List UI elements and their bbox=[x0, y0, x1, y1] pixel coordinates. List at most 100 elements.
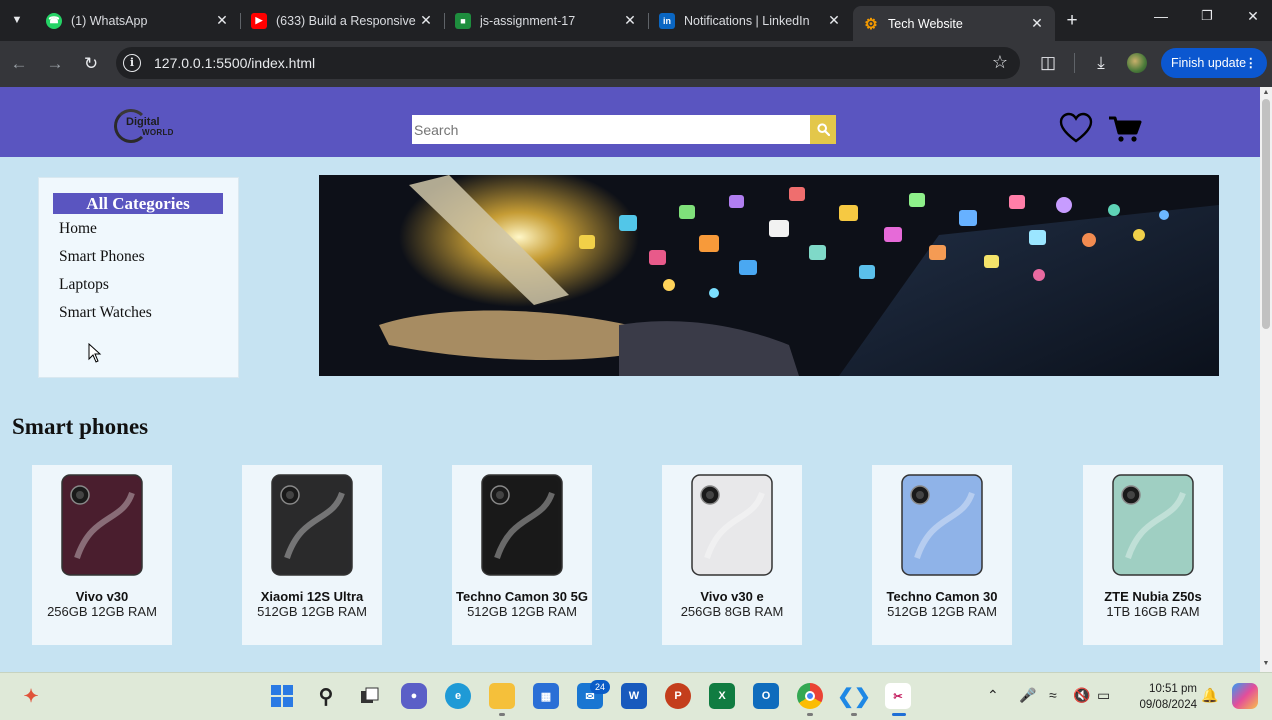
powerpoint-icon[interactable]: P bbox=[665, 683, 691, 709]
site-logo[interactable]: Digital WORLD bbox=[112, 107, 186, 147]
back-icon[interactable]: ← bbox=[6, 51, 32, 77]
tab-close-icon[interactable]: ✕ bbox=[826, 12, 842, 29]
search-input[interactable] bbox=[412, 115, 810, 144]
new-tab-icon[interactable]: + bbox=[1062, 10, 1082, 32]
product-spec: 512GB 12GB RAM bbox=[887, 604, 997, 619]
running-indicator bbox=[499, 713, 505, 716]
file-explorer-icon[interactable] bbox=[489, 683, 515, 709]
clock-time: 10:51 pm bbox=[1149, 683, 1197, 695]
product-image bbox=[901, 474, 983, 576]
start-windows-icon[interactable] bbox=[269, 683, 295, 709]
tab-search-chevron-icon[interactable]: ▼ bbox=[6, 9, 28, 31]
reload-icon[interactable]: ↻ bbox=[78, 51, 104, 77]
category-laptops[interactable]: Laptops bbox=[59, 276, 109, 294]
product-card[interactable]: Techno Camon 30 512GB 12GB RAM bbox=[872, 465, 1012, 645]
wishlist-heart-icon[interactable] bbox=[1059, 112, 1093, 144]
mouse-cursor-icon bbox=[88, 343, 102, 363]
category-home[interactable]: Home bbox=[59, 220, 97, 238]
shopping-cart-icon[interactable] bbox=[1108, 115, 1142, 143]
clock-date: 09/08/2024 bbox=[1139, 699, 1197, 711]
microphone-icon[interactable]: 🎤 bbox=[1019, 687, 1036, 704]
tab-title: js-assignment-17 bbox=[480, 13, 576, 28]
tab-js-assignment[interactable]: ■ js-assignment-17 ✕ bbox=[445, 6, 648, 35]
logo-text-line1: Digital bbox=[126, 116, 160, 128]
site-gear-icon: ⚙ bbox=[864, 15, 878, 33]
volume-muted-icon[interactable]: 🔇 bbox=[1073, 687, 1090, 704]
product-name: Xiaomi 12S Ultra bbox=[260, 589, 364, 604]
downloads-icon[interactable]: ⤓ bbox=[1090, 53, 1112, 73]
teams-chat-icon[interactable]: ● bbox=[401, 683, 427, 709]
tab-youtube[interactable]: ▶ (633) Build a Responsive ✕ bbox=[241, 6, 444, 35]
tab-title: (633) Build a Responsive bbox=[276, 13, 416, 28]
category-smart-watches[interactable]: Smart Watches bbox=[59, 304, 152, 322]
product-name: Vivo v30 e bbox=[700, 589, 764, 604]
edge-icon[interactable]: e bbox=[445, 683, 471, 709]
system-clock[interactable]: 10:51 pm 09/08/2024 bbox=[1127, 681, 1197, 713]
profile-avatar[interactable] bbox=[1127, 53, 1147, 73]
mail-badge: 24 bbox=[590, 680, 610, 694]
vscode-icon[interactable]: ❮❯ bbox=[837, 683, 871, 709]
scroll-down-arrow-icon[interactable]: ▼ bbox=[1260, 660, 1272, 667]
site-info-icon[interactable]: i bbox=[123, 54, 141, 72]
product-card[interactable]: Vivo v30 256GB 12GB RAM bbox=[32, 465, 172, 645]
product-card[interactable]: ZTE Nubia Z50s 1TB 16GB RAM bbox=[1083, 465, 1223, 645]
show-hidden-icons-chevron-icon[interactable]: ⌃ bbox=[987, 687, 999, 704]
chrome-icon[interactable] bbox=[797, 683, 823, 709]
product-card[interactable]: Xiaomi 12S Ultra 512GB 12GB RAM bbox=[242, 465, 382, 645]
product-spec: 512GB 12GB RAM bbox=[467, 604, 577, 619]
address-bar[interactable]: i 127.0.0.1:5500/index.html ☆ bbox=[116, 47, 1020, 79]
whatsapp-icon: ☎ bbox=[46, 12, 62, 29]
close-window-icon[interactable]: ✕ bbox=[1243, 8, 1263, 25]
product-card[interactable]: Techno Camon 30 5G 512GB 12GB RAM bbox=[452, 465, 592, 645]
product-image bbox=[61, 474, 143, 576]
product-spec: 256GB 8GB RAM bbox=[680, 604, 784, 619]
tab-whatsapp[interactable]: ☎ (1) WhatsApp ✕ bbox=[36, 6, 240, 35]
outlook-icon[interactable]: O bbox=[753, 683, 779, 709]
product-name: Vivo v30 bbox=[75, 589, 129, 604]
finish-update-button[interactable]: Finish update ⋮ bbox=[1161, 48, 1267, 78]
scroll-up-arrow-icon[interactable]: ▲ bbox=[1260, 89, 1272, 96]
search-button[interactable] bbox=[810, 115, 836, 144]
page-viewport: Digital WORLD All Categories Home Smart … bbox=[0, 87, 1260, 672]
url-text[interactable]: 127.0.0.1:5500/index.html bbox=[154, 55, 315, 71]
product-spec: 1TB 16GB RAM bbox=[1106, 604, 1200, 619]
excel-icon[interactable]: X bbox=[709, 683, 735, 709]
tab-close-icon[interactable]: ✕ bbox=[418, 12, 434, 29]
notification-bell-icon[interactable]: 🔔 bbox=[1201, 687, 1218, 704]
snipping-tool-icon[interactable]: ✂ bbox=[885, 683, 911, 709]
tab-close-icon[interactable]: ✕ bbox=[214, 12, 230, 29]
search-taskbar-icon[interactable]: ⚲ bbox=[313, 683, 339, 709]
page-scrollbar[interactable]: ▲ ▼ bbox=[1260, 87, 1272, 672]
tab-close-icon[interactable]: ✕ bbox=[622, 12, 638, 29]
product-card[interactable]: Vivo v30 e 256GB 8GB RAM bbox=[662, 465, 802, 645]
microsoft-store-icon[interactable]: ▦ bbox=[533, 683, 559, 709]
task-view-icon[interactable] bbox=[357, 683, 383, 709]
extensions-icon[interactable]: ◫ bbox=[1037, 53, 1059, 73]
product-image bbox=[271, 474, 353, 576]
copilot-icon[interactable] bbox=[1232, 683, 1258, 709]
tab-tech-website[interactable]: ⚙ Tech Website ✕ bbox=[853, 6, 1055, 41]
minimize-icon[interactable]: — bbox=[1151, 8, 1171, 24]
browser-toolbar: ← → ↻ i 127.0.0.1:5500/index.html ☆ ◫ ⤓ bbox=[0, 41, 1272, 87]
tab-linkedin[interactable]: in Notifications | LinkedIn ✕ bbox=[649, 6, 852, 35]
category-smart-phones[interactable]: Smart Phones bbox=[59, 248, 145, 266]
running-indicator bbox=[807, 713, 813, 716]
tab-close-icon[interactable]: ✕ bbox=[1029, 15, 1045, 32]
battery-icon[interactable]: ▭ bbox=[1097, 687, 1110, 704]
running-indicator bbox=[851, 713, 857, 716]
copilot-flame-icon[interactable]: ✦ bbox=[18, 683, 44, 709]
windows-taskbar: ✦ ⚲ ● e ▦ ✉ 24 W P X O ❮❯ ✂ ⌃ 🎤 ≈ 🔇 ▭ 10… bbox=[0, 672, 1272, 720]
tab-strip: ▼ ☎ (1) WhatsApp ✕ ▶ (633) Build a Respo… bbox=[0, 0, 1272, 41]
restore-icon[interactable]: ❐ bbox=[1197, 8, 1217, 24]
finish-update-label: Finish update bbox=[1171, 56, 1247, 70]
wifi-icon[interactable]: ≈ bbox=[1049, 687, 1057, 703]
hero-banner-image bbox=[319, 175, 1219, 376]
toolbar-separator bbox=[1074, 53, 1075, 73]
scrollbar-thumb[interactable] bbox=[1262, 99, 1270, 329]
tab-title: Notifications | LinkedIn bbox=[684, 13, 810, 28]
forward-icon[interactable]: → bbox=[42, 51, 68, 77]
linkedin-icon: in bbox=[659, 12, 675, 29]
logo-text-line2: WORLD bbox=[142, 128, 174, 137]
word-icon[interactable]: W bbox=[621, 683, 647, 709]
bookmark-star-icon[interactable]: ☆ bbox=[992, 52, 1008, 73]
